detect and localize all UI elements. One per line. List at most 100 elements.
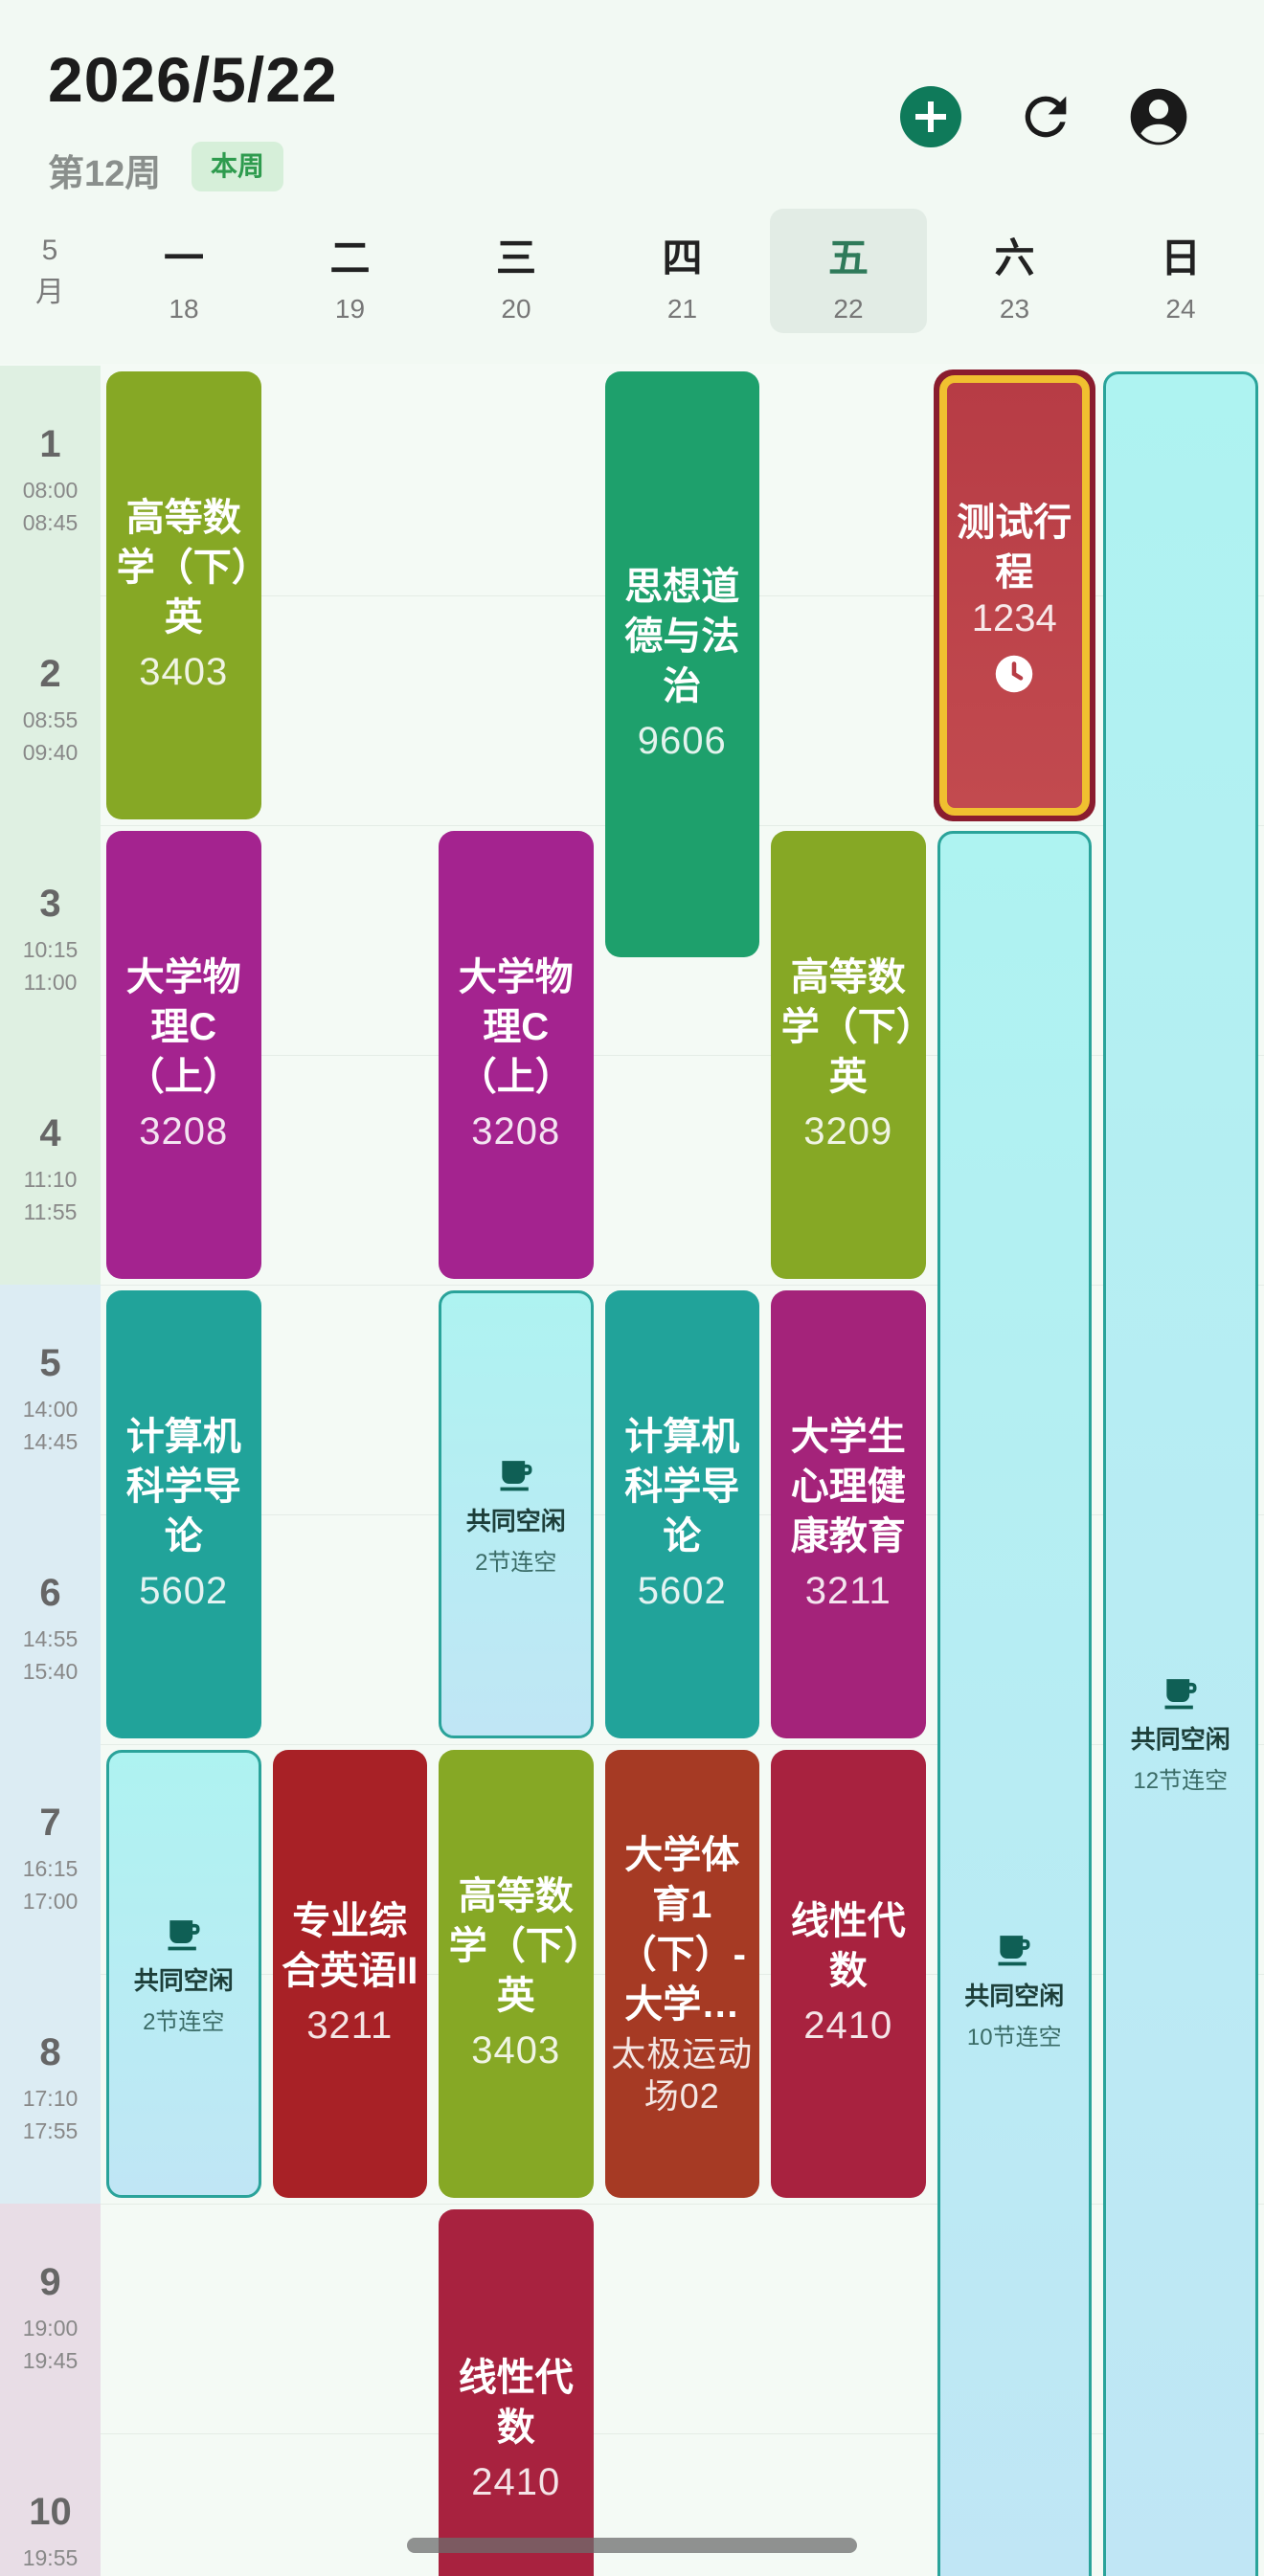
period-3: 3 10:15 11:00 xyxy=(0,883,101,998)
course-room: 太极运动场02 xyxy=(611,2034,754,2116)
event-block-test[interactable]: 测试行程 1234 xyxy=(933,370,1095,821)
course-block[interactable]: 计算机科学导论 5602 xyxy=(106,1290,261,1738)
day-header-7[interactable]: 日 24 xyxy=(1102,209,1259,333)
current-week-badge: 本周 xyxy=(192,142,284,191)
course-block[interactable]: 高等数学（下）英 3403 xyxy=(106,371,261,819)
course-block[interactable]: 大学物理C（上） 3208 xyxy=(106,831,261,1279)
course-room: 2410 xyxy=(803,2005,893,2047)
period-start-time: 17:10 xyxy=(22,2086,79,2111)
common-free-slot[interactable]: 共同空闲 2节连空 xyxy=(439,1290,594,1738)
day-name: 二 xyxy=(329,235,371,280)
common-free-slot[interactable]: 共同空闲 12节连空 xyxy=(1103,371,1258,2576)
course-room: 3211 xyxy=(804,1570,892,1612)
day-date: 20 xyxy=(501,294,531,324)
period-8: 8 17:10 17:55 xyxy=(0,2031,101,2147)
course-block[interactable]: 线性代数 2410 xyxy=(439,2209,594,2576)
course-name: 思想道德与法治 xyxy=(624,566,740,707)
period-end-time: 09:40 xyxy=(22,740,79,765)
course-room: 5602 xyxy=(139,1570,229,1612)
free-slot-length: 12节连空 xyxy=(1133,1768,1229,1794)
day-name: 四 xyxy=(662,235,703,280)
period-number: 3 xyxy=(39,883,61,925)
coffee-cup-icon xyxy=(163,1912,205,1954)
period-9: 9 19:00 19:45 xyxy=(0,2261,101,2377)
period-10: 10 19:55 xyxy=(0,2491,101,2574)
course-name: 计算机科学导论 xyxy=(624,1416,740,1557)
period-6: 6 14:55 15:40 xyxy=(0,1572,101,1688)
free-slot-label: 共同空闲 xyxy=(465,1507,566,1535)
day-header-6[interactable]: 六 23 xyxy=(937,209,1094,333)
event-block-inner: 测试行程 1234 xyxy=(938,375,1090,816)
course-room: 3403 xyxy=(139,651,229,693)
course-name: 高等数学（下）英 xyxy=(116,497,251,638)
period-end-time: 15:40 xyxy=(22,1659,79,1684)
period-start-time: 16:15 xyxy=(22,1856,79,1881)
plus-circle-icon[interactable] xyxy=(900,86,961,147)
period-start-time: 11:10 xyxy=(23,1167,78,1192)
common-free-slot[interactable]: 共同空闲 10节连空 xyxy=(937,831,1092,2576)
course-block[interactable]: 高等数学（下）英 3403 xyxy=(439,1750,594,2198)
free-slot-length: 2节连空 xyxy=(475,1550,557,1576)
period-start-time: 10:15 xyxy=(22,937,79,962)
day-date: 22 xyxy=(833,294,864,324)
day-date: 21 xyxy=(666,294,698,324)
day-name: 六 xyxy=(994,235,1035,280)
period-5: 5 14:00 14:45 xyxy=(0,1342,101,1458)
course-name: 专业综合英语II xyxy=(282,1900,418,1992)
course-block[interactable]: 线性代数 2410 xyxy=(771,1750,926,2198)
day-name: 日 xyxy=(1160,235,1201,280)
month-label: 5 月 xyxy=(21,230,79,314)
day-header-2[interactable]: 二 19 xyxy=(272,209,429,333)
day-name: 一 xyxy=(163,235,204,280)
course-room: 3211 xyxy=(306,2005,394,2047)
day-name: 五 xyxy=(827,235,869,280)
period-number: 1 xyxy=(39,423,61,465)
period-number: 4 xyxy=(39,1112,61,1154)
course-name: 大学物理C（上） xyxy=(125,956,241,1098)
period-start-time: 08:00 xyxy=(22,478,79,503)
course-block[interactable]: 专业综合英语II 3211 xyxy=(272,1750,427,2198)
refresh-icon[interactable] xyxy=(1015,86,1076,147)
period-end-time: 19:45 xyxy=(22,2348,79,2373)
course-name: 线性代数 xyxy=(790,1900,906,1992)
course-block[interactable]: 大学体育1（下）-大学… 太极运动场02 xyxy=(604,1750,759,2198)
coffee-cup-icon xyxy=(495,1452,537,1494)
period-number: 9 xyxy=(39,2261,61,2303)
free-slot-length: 2节连空 xyxy=(143,2009,225,2035)
day-date: 24 xyxy=(1165,294,1196,324)
event-name: 测试行程 xyxy=(957,501,1072,594)
day-header-4[interactable]: 四 21 xyxy=(604,209,761,333)
period-4: 4 11:10 11:55 xyxy=(0,1112,101,1228)
period-number: 8 xyxy=(39,2031,61,2073)
free-slot-length: 10节连空 xyxy=(966,2025,1062,2050)
period-number: 10 xyxy=(29,2491,72,2533)
course-room: 9606 xyxy=(637,720,727,762)
clock-icon xyxy=(994,654,1034,694)
free-slot-label: 共同空闲 xyxy=(964,1982,1065,2010)
day-header-5[interactable]: 五 22 xyxy=(770,209,927,333)
period-end-time: 11:00 xyxy=(23,970,78,995)
course-block[interactable]: 思想道德与法治 9606 xyxy=(604,371,759,957)
course-block[interactable]: 大学生心理健康教育 3211 xyxy=(771,1290,926,1738)
period-start-time: 19:55 xyxy=(22,2545,79,2570)
course-room: 5602 xyxy=(637,1570,727,1612)
course-name: 大学物理C（上） xyxy=(458,956,574,1098)
period-2: 2 08:55 09:40 xyxy=(0,653,101,769)
day-date: 19 xyxy=(334,294,366,324)
account-circle-icon[interactable] xyxy=(1128,86,1189,147)
course-block[interactable]: 高等数学（下）英 3209 xyxy=(771,831,926,1279)
course-room: 3208 xyxy=(139,1110,229,1153)
course-block[interactable]: 大学物理C（上） 3208 xyxy=(439,831,594,1279)
course-name: 大学生心理健康教育 xyxy=(790,1416,906,1557)
period-start-time: 14:00 xyxy=(22,1397,79,1422)
common-free-slot[interactable]: 共同空闲 2节连空 xyxy=(106,1750,261,2198)
day-name: 三 xyxy=(495,235,536,280)
course-room: 3208 xyxy=(471,1110,561,1153)
course-block[interactable]: 计算机科学导论 5602 xyxy=(604,1290,759,1738)
day-header-1[interactable]: 一 18 xyxy=(105,209,262,333)
course-room: 3403 xyxy=(471,2029,561,2072)
day-date: 23 xyxy=(999,294,1030,324)
period-end-time: 14:45 xyxy=(22,1429,79,1454)
day-header-3[interactable]: 三 20 xyxy=(438,209,595,333)
free-slot-label: 共同空闲 xyxy=(133,1966,234,1995)
